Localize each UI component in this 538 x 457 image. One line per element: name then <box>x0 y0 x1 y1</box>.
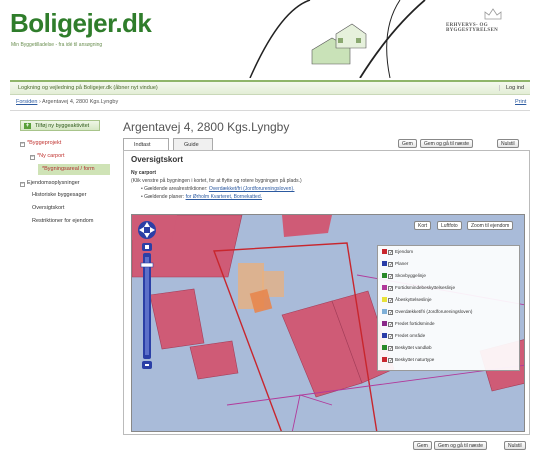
legend-item[interactable]: ✓ Beskyttet naturtype <box>382 357 434 364</box>
checkbox[interactable]: ✓ <box>388 250 393 256</box>
legend-swatch <box>382 249 387 254</box>
tree-item-oversigtskort[interactable]: Oversigtskort <box>32 205 64 211</box>
legend-item[interactable]: ✓ Åbeskyttelseslinje <box>382 297 432 304</box>
zoom-handle[interactable] <box>140 262 154 268</box>
save-button[interactable]: Gem <box>398 139 417 148</box>
legend-item[interactable]: ✓ Ejendom <box>382 249 413 256</box>
legend-item[interactable]: ✓ Beskyttet vandløb <box>382 345 432 352</box>
legend-item[interactable]: ✓ Fredet område <box>382 333 425 340</box>
save-button-bottom[interactable]: Gem <box>413 441 432 450</box>
section-subtitle: Ny carport <box>131 170 157 176</box>
checkbox[interactable]: ✓ <box>388 286 393 292</box>
site-logo[interactable]: Boligejer.dk <box>10 8 152 39</box>
tree-item-bygningsareal[interactable]: *Bygningsareal / form <box>38 164 110 175</box>
map-legend: ✓ Ejendom ✓ Planer ✓ Skovbyggelinje ✓ Fortid… <box>377 245 520 371</box>
zoom-to-property-button[interactable]: Zoom til ejendom <box>467 221 514 230</box>
plans-bullet: • Gældende planer: for Ørholm Kvarteret,… <box>141 194 262 200</box>
page-title: Argentavej 4, 2800 Kgs.Lyngby <box>123 120 290 134</box>
checkbox[interactable]: ✓ <box>388 322 393 328</box>
breadcrumb-home[interactable]: Forsiden <box>16 99 37 105</box>
legend-item[interactable]: ✓ Fortidsmindebeskyttelseslinje <box>382 285 455 292</box>
plans-link[interactable]: for Ørholm Kvarteret, Bornekatted. <box>186 194 262 200</box>
checkbox[interactable]: ✓ <box>388 310 393 316</box>
section-title: Oversigtskort <box>131 155 184 164</box>
legend-swatch <box>382 321 387 326</box>
top-bar: Logkning og vejledning på Boligejer.dk (… <box>10 80 530 95</box>
checkbox[interactable]: ✓ <box>388 262 393 268</box>
checkbox[interactable]: ✓ <box>388 358 393 364</box>
legend-item[interactable]: ✓ Overdækket/fri (Jordforureningsloven) <box>382 309 472 316</box>
building-shape <box>189 340 239 380</box>
checkbox[interactable]: ✓ <box>388 346 393 352</box>
save-next-button-bottom[interactable]: Gem og gå til næste <box>434 441 488 450</box>
checkbox[interactable]: ✓ <box>388 274 393 280</box>
crown-icon <box>484 8 502 20</box>
tab-indtast[interactable]: Indtast <box>123 138 169 150</box>
legend-swatch <box>382 345 387 350</box>
map-luftfoto-button[interactable]: Luftfoto <box>437 221 462 230</box>
legend-swatch <box>382 309 387 314</box>
collapse-icon[interactable]: − <box>30 155 35 160</box>
print-link[interactable]: Print <box>515 99 526 105</box>
tab-guide[interactable]: Guide <box>173 138 213 150</box>
add-activity-button[interactable]: + Tilføj ny byggeaktivitet <box>20 120 100 131</box>
header-illustration <box>249 0 426 78</box>
guidance-link[interactable]: Logkning og vejledning på Boligejer.dk (… <box>18 85 158 91</box>
instruction-text: (Klik venstre på bygningen i kortet, for… <box>131 178 302 184</box>
zoom-control[interactable] <box>136 219 160 369</box>
building-shape <box>282 215 332 237</box>
site-header: Boligejer.dk Min Byggetilladelse - fra i… <box>0 0 538 78</box>
site-tagline: Min Byggetilladelse - fra idé til ansøgn… <box>11 42 103 48</box>
save-next-button[interactable]: Gem og gå til næste <box>420 139 474 148</box>
collapse-icon[interactable]: − <box>20 142 25 147</box>
add-activity-label: Tilføj ny byggeaktivitet <box>35 123 90 129</box>
legend-item[interactable]: ✓ Skovbyggelinje <box>382 273 426 280</box>
reset-button-bottom[interactable]: Nulstil <box>504 441 526 450</box>
legend-swatch <box>382 285 387 290</box>
legend-swatch <box>382 357 387 362</box>
login-link[interactable]: Log ind <box>498 85 524 91</box>
legend-swatch <box>382 333 387 338</box>
legend-item[interactable]: ✓ Fredet fortidsminde <box>382 321 435 328</box>
tree-item-historiske[interactable]: Historiske byggesager <box>32 192 86 198</box>
tree-item-restriktioner[interactable]: Restriktioner for ejendom <box>32 218 93 224</box>
reset-button[interactable]: Nulstil <box>497 139 519 148</box>
collapse-icon[interactable]: − <box>20 182 25 187</box>
restriction-link[interactable]: Overdækket/fri (Jordforureningsloven). <box>209 186 295 192</box>
tree-item-ejendomsoplysninger[interactable]: − Ejendomsoplysninger <box>20 180 80 187</box>
divider <box>10 110 530 111</box>
restriction-line <box>291 394 333 431</box>
map-kort-button[interactable]: Kort <box>414 221 432 230</box>
tree-item-carport[interactable]: − *Ny carport <box>30 153 65 160</box>
breadcrumb-current: › Argentavej 4, 2800 Kgs.Lyngby <box>38 99 119 105</box>
checkbox[interactable]: ✓ <box>388 298 393 304</box>
tree-item-byggeprojekt[interactable]: − *Byggeprojekt <box>20 140 61 147</box>
legend-swatch <box>382 297 387 302</box>
restriction-bullet: • Gældende arealrestriktioner: Overdække… <box>141 186 295 192</box>
legend-swatch <box>382 261 387 266</box>
checkbox[interactable]: ✓ <box>388 334 393 340</box>
breadcrumb: Forsiden › Argentavej 4, 2800 Kgs.Lyngby <box>16 99 118 105</box>
plus-icon: + <box>24 123 31 129</box>
agency-name: ERHVERVS- OG BYGGESTYRELSEN <box>446 23 498 33</box>
legend-swatch <box>382 273 387 278</box>
legend-item[interactable]: ✓ Planer <box>382 261 408 268</box>
